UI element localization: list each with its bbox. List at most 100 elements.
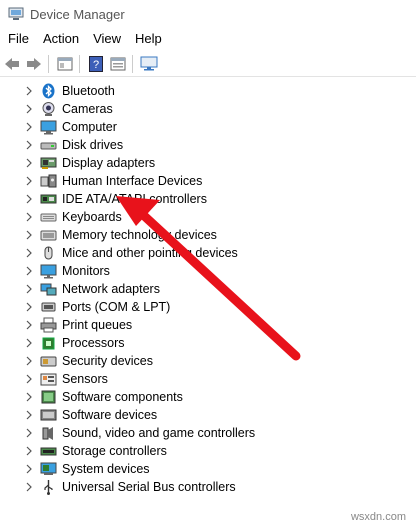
tree-node-label: Monitors — [62, 264, 110, 278]
menu-file[interactable]: File — [0, 28, 36, 50]
chevron-right-icon[interactable] — [25, 212, 33, 222]
tree-node-cameras[interactable]: Cameras — [0, 100, 300, 118]
chevron-right-icon[interactable] — [25, 158, 33, 168]
tree-node-disk-drives[interactable]: Disk drives — [0, 136, 300, 154]
chevron-right-icon[interactable] — [25, 338, 33, 348]
svg-text:?: ? — [93, 59, 99, 71]
keyboard-icon — [40, 213, 57, 222]
software-device-icon — [40, 409, 57, 421]
tree-node-storage-controllers[interactable]: Storage controllers — [0, 442, 300, 460]
forward-arrow-icon — [27, 58, 41, 70]
tree-node-label: Sensors — [62, 372, 108, 386]
tree-node-software-components[interactable]: Software components — [0, 388, 300, 406]
chevron-right-icon[interactable] — [25, 356, 33, 366]
tree-node-software-devices[interactable]: Software devices — [0, 406, 300, 424]
chevron-right-icon[interactable] — [25, 302, 33, 312]
tree-node-sound-video-and-game-controllers[interactable]: Sound, video and game controllers — [0, 424, 300, 442]
tree-node-label: Keyboards — [62, 210, 122, 224]
back-button[interactable] — [2, 54, 22, 74]
title-bar: Device Manager — [0, 0, 416, 28]
tree-node-label: Memory technology devices — [62, 228, 217, 242]
chevron-right-icon[interactable] — [25, 482, 33, 492]
tree-node-label: Human Interface Devices — [62, 174, 203, 188]
toolbar: ? — [0, 52, 416, 77]
tree-node-label: Disk drives — [62, 138, 124, 152]
hid-icon — [40, 174, 57, 188]
usb-icon — [44, 480, 53, 495]
chevron-right-icon[interactable] — [25, 140, 33, 150]
chevron-right-icon[interactable] — [25, 194, 33, 204]
chevron-right-icon[interactable] — [25, 392, 33, 402]
tree-node-print-queues[interactable]: Print queues — [0, 316, 300, 334]
properties-button[interactable] — [108, 54, 128, 74]
chevron-right-icon[interactable] — [25, 104, 33, 114]
scan-monitor-icon — [140, 56, 158, 71]
chevron-right-icon[interactable] — [25, 410, 33, 420]
tree-node-label: Software components — [62, 390, 183, 404]
tree-node-keyboards[interactable]: Keyboards — [0, 208, 300, 226]
tree-node-label: Processors — [62, 336, 125, 350]
forward-button[interactable] — [24, 54, 44, 74]
ide-controller-icon — [40, 194, 57, 204]
console-tree-icon — [57, 57, 73, 71]
tree-node-universal-serial-bus-controllers[interactable]: Universal Serial Bus controllers — [0, 478, 300, 496]
menu-view[interactable]: View — [86, 28, 128, 50]
tree-node-mice-and-other-pointing-devices[interactable]: Mice and other pointing devices — [0, 244, 300, 262]
chevron-right-icon[interactable] — [25, 266, 33, 276]
chevron-right-icon[interactable] — [25, 428, 33, 438]
tree-node-ports-com-lpt[interactable]: Ports (COM & LPT) — [0, 298, 300, 316]
display-adapter-icon — [40, 157, 57, 169]
chevron-right-icon[interactable] — [25, 230, 33, 240]
tree-node-ide-ata-atapi-controllers[interactable]: IDE ATA/ATAPI controllers — [0, 190, 300, 208]
tree-node-label: Network adapters — [62, 282, 160, 296]
disk-drive-icon — [40, 142, 57, 150]
chevron-right-icon[interactable] — [25, 122, 33, 132]
tree-node-label: Computer — [62, 120, 117, 134]
monitor-icon — [40, 264, 57, 279]
bluetooth-icon — [42, 83, 55, 99]
tree-node-memory-technology-devices[interactable]: Memory technology devices — [0, 226, 300, 244]
printer-icon — [40, 317, 57, 333]
chevron-right-icon[interactable] — [25, 320, 33, 330]
tree-node-sensors[interactable]: Sensors — [0, 370, 300, 388]
tree-node-computer[interactable]: Computer — [0, 118, 300, 136]
tree-node-label: Software devices — [62, 408, 158, 422]
tree-node-security-devices[interactable]: Security devices — [0, 352, 300, 370]
tree-node-label: Ports (COM & LPT) — [62, 300, 171, 314]
tree-node-network-adapters[interactable]: Network adapters — [0, 280, 300, 298]
tree-node-monitors[interactable]: Monitors — [0, 262, 300, 280]
chevron-right-icon[interactable] — [25, 86, 33, 96]
processor-icon — [42, 337, 55, 350]
chevron-right-icon[interactable] — [25, 248, 33, 258]
tree-node-processors[interactable]: Processors — [0, 334, 300, 352]
chevron-right-icon[interactable] — [25, 176, 33, 186]
sensor-icon — [40, 373, 57, 386]
tree-node-human-interface-devices[interactable]: Human Interface Devices — [0, 172, 300, 190]
tree-node-label: Universal Serial Bus controllers — [62, 480, 236, 494]
chevron-right-icon[interactable] — [25, 374, 33, 384]
menu-help[interactable]: Help — [128, 28, 169, 50]
watermark: wsxdn.com — [350, 511, 406, 523]
tree-node-label: Mice and other pointing devices — [62, 246, 238, 260]
properties-icon — [110, 57, 126, 71]
camera-icon — [42, 102, 55, 116]
tree-node-label: Print queues — [62, 318, 133, 332]
toolbar-separator — [79, 55, 80, 73]
help-button[interactable]: ? — [86, 54, 106, 74]
tree-node-display-adapters[interactable]: Display adapters — [0, 154, 300, 172]
show-hide-console-tree-button[interactable] — [55, 54, 75, 74]
tree-node-label: IDE ATA/ATAPI controllers — [62, 192, 207, 206]
menu-action[interactable]: Action — [36, 28, 86, 50]
computer-icon — [40, 120, 57, 135]
chevron-right-icon[interactable] — [25, 446, 33, 456]
tree-node-label: Storage controllers — [62, 444, 167, 458]
tree-node-bluetooth[interactable]: Bluetooth — [0, 82, 300, 100]
tree-node-system-devices[interactable]: System devices — [0, 460, 300, 478]
tree-node-label: System devices — [62, 462, 150, 476]
scan-hardware-button[interactable] — [139, 54, 159, 74]
menu-bar: File Action View Help — [0, 28, 416, 50]
device-manager-icon — [8, 7, 24, 20]
window-title: Device Manager — [30, 6, 125, 22]
chevron-right-icon[interactable] — [25, 464, 33, 474]
chevron-right-icon[interactable] — [25, 284, 33, 294]
